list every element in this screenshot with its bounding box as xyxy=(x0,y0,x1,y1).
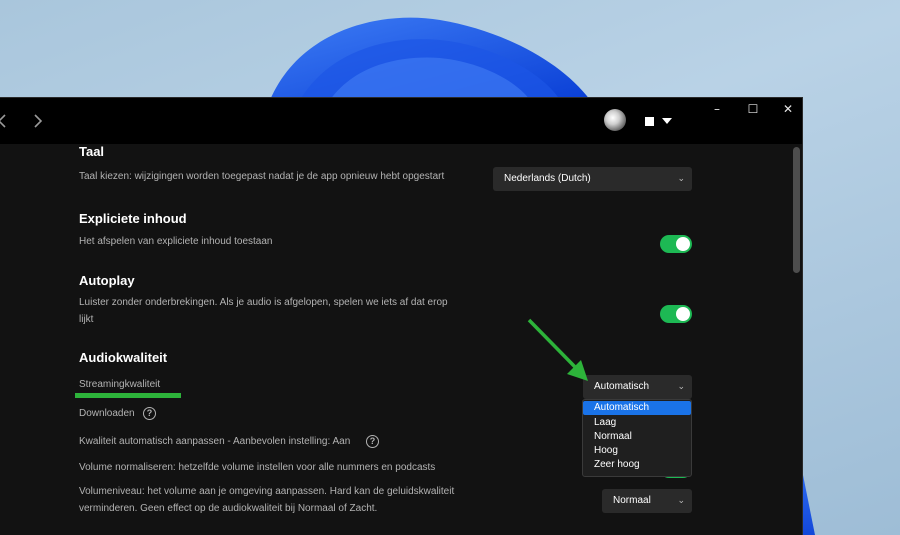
annotation-arrow xyxy=(527,318,588,381)
